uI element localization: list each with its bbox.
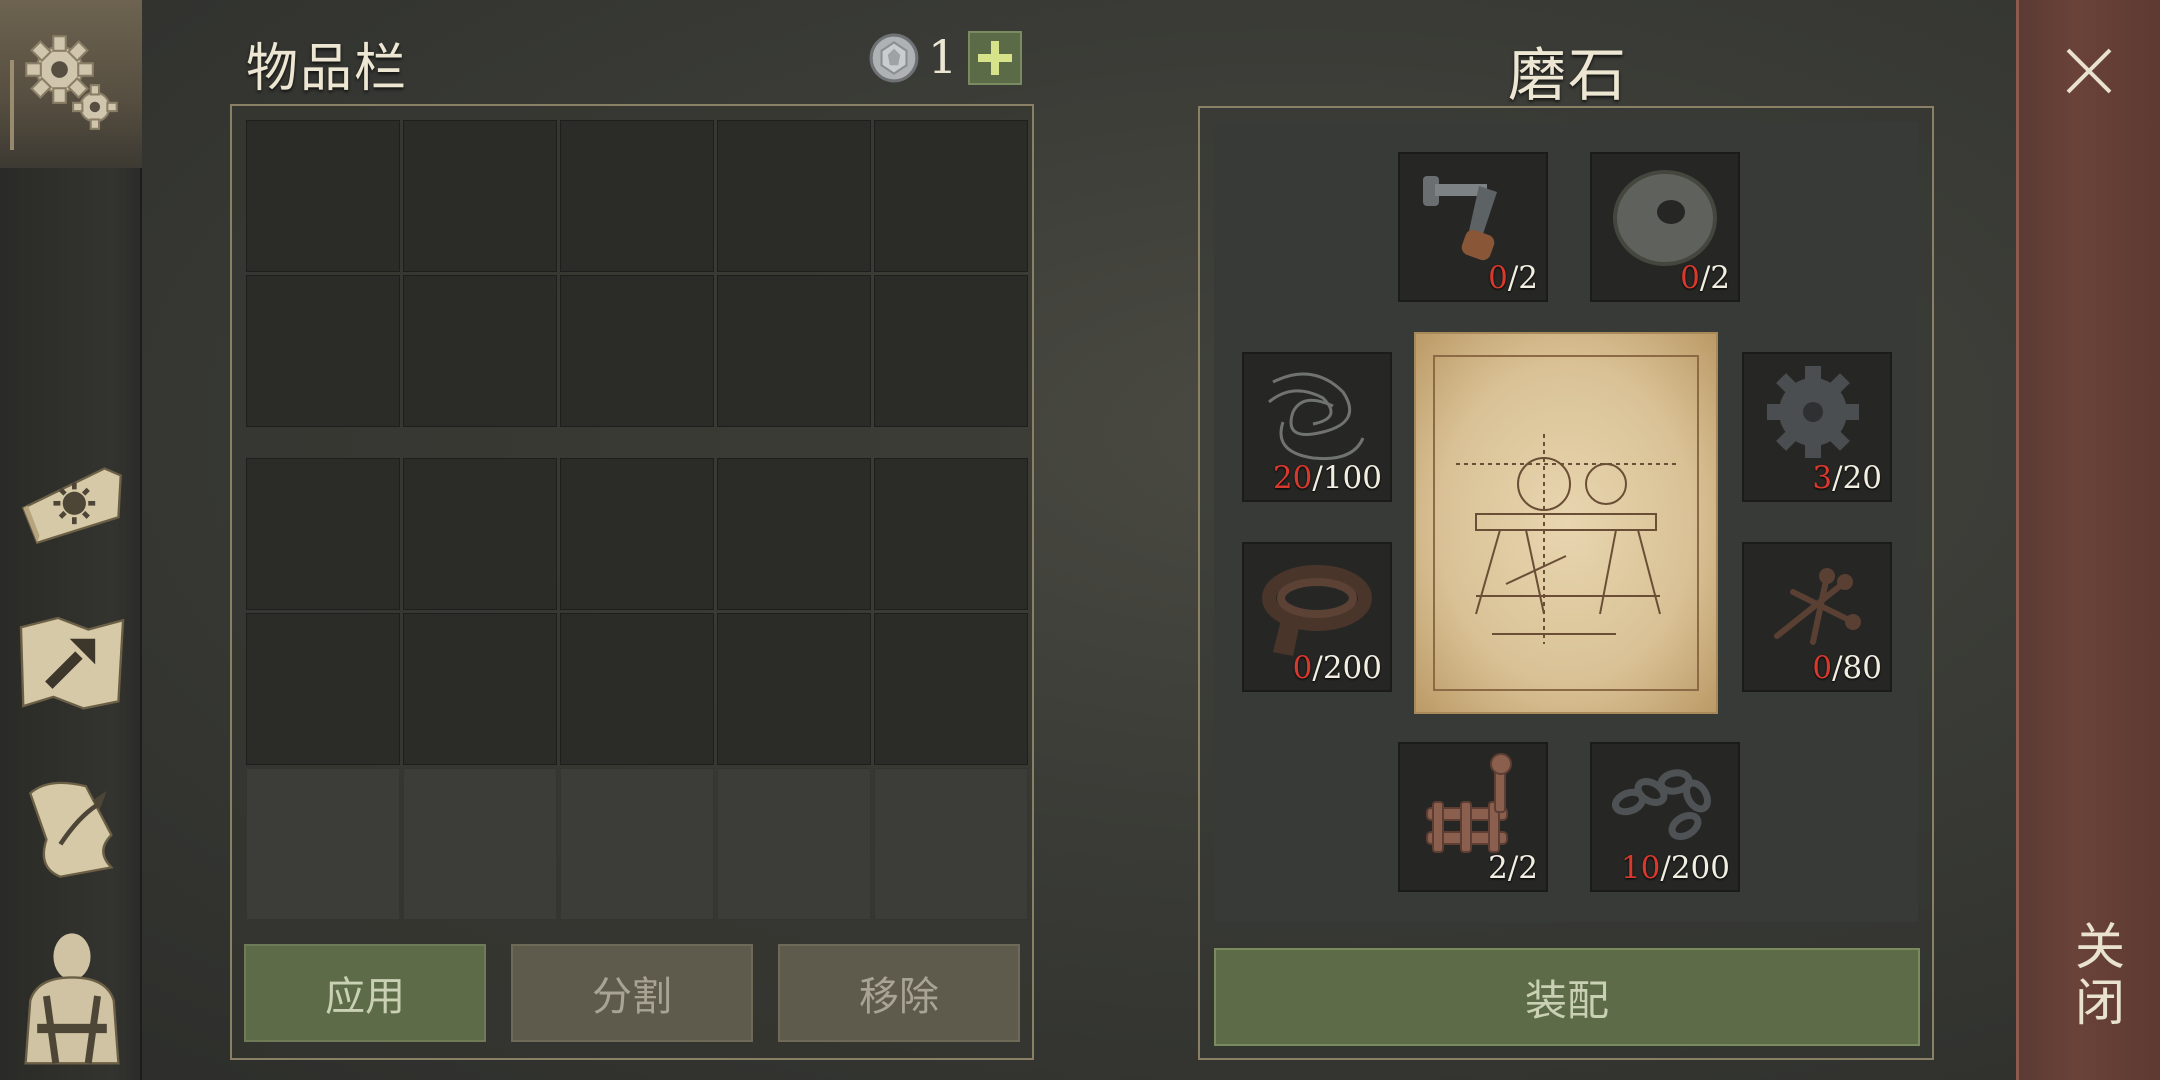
inventory-slot[interactable] — [874, 120, 1028, 272]
crafting-map-icon[interactable] — [14, 604, 130, 720]
character-backpack-icon[interactable] — [14, 926, 130, 1066]
inventory-slot[interactable] — [874, 613, 1028, 765]
inventory-slot[interactable] — [403, 458, 557, 610]
stone-wheel-icon — [1613, 170, 1717, 266]
ingredient-count: 3/20 — [1812, 460, 1882, 496]
quest-scroll-icon[interactable] — [14, 770, 130, 886]
inventory-slot[interactable] — [560, 458, 714, 610]
inventory-slot[interactable] — [717, 613, 871, 765]
ingredient-count: 20/100 — [1272, 460, 1382, 496]
silver-coin-icon — [869, 33, 919, 83]
settings-tab[interactable] — [0, 0, 142, 168]
ingredient-slot[interactable]: 20/100 — [1242, 352, 1392, 502]
ingredient-count: 0/2 — [1680, 260, 1730, 296]
ingredient-slot[interactable]: 0/200 — [1242, 542, 1392, 692]
plus-icon — [978, 41, 1012, 75]
ingredient-slot[interactable]: 0/80 — [1742, 542, 1892, 692]
inventory-slot-locked — [246, 768, 400, 920]
inventory-slot[interactable] — [246, 613, 400, 765]
inventory-grid-bottom — [246, 458, 1028, 920]
close-icon[interactable] — [2064, 46, 2114, 96]
remove-button[interactable]: 移除 — [778, 944, 1020, 1042]
ingredient-count: 0/2 — [1488, 260, 1538, 296]
assemble-button[interactable]: 装配 — [1214, 948, 1920, 1046]
inventory-slot-locked — [717, 768, 871, 920]
split-button[interactable]: 分割 — [511, 944, 753, 1042]
ingredient-slot[interactable]: 2/2 — [1398, 742, 1548, 892]
ingredient-slot[interactable]: 0/2 — [1590, 152, 1740, 302]
inventory-slot[interactable] — [560, 120, 714, 272]
wire-coil-icon — [1268, 372, 1365, 461]
inventory-slot[interactable] — [403, 613, 557, 765]
gear-icon — [1767, 366, 1859, 458]
inventory-slot[interactable] — [717, 458, 871, 610]
apply-button[interactable]: 应用 — [244, 944, 486, 1042]
inventory-grid-top — [246, 120, 1028, 427]
inventory-slot-locked — [874, 768, 1028, 920]
ingredient-count: 0/200 — [1292, 650, 1382, 686]
journal-book-icon[interactable] — [14, 436, 130, 552]
add-coins-button[interactable] — [968, 31, 1022, 85]
ingredient-count: 2/2 — [1488, 850, 1538, 886]
inventory-slot[interactable] — [246, 120, 400, 272]
ingredient-count: 0/80 — [1812, 650, 1882, 686]
coin-count: 1 — [928, 30, 958, 84]
sidebar — [0, 0, 142, 1080]
clamp-icon — [1426, 753, 1512, 853]
grindstone-sketch-icon — [1433, 355, 1699, 691]
ingredient-slot[interactable]: 10/200 — [1590, 742, 1740, 892]
inventory-slot[interactable] — [874, 458, 1028, 610]
chain-icon — [1611, 769, 1711, 840]
close-label: 关闭 — [2067, 920, 2125, 1032]
inventory-slot[interactable] — [874, 275, 1028, 427]
tab-accent — [10, 60, 14, 150]
inventory-title: 物品栏 — [246, 39, 409, 99]
inventory-slot[interactable] — [246, 275, 400, 427]
inventory-slot[interactable] — [560, 613, 714, 765]
inventory-slot-locked — [560, 768, 714, 920]
nails-icon — [1774, 568, 1861, 645]
ingredient-count: 10/200 — [1620, 850, 1730, 886]
inventory-slot[interactable] — [403, 275, 557, 427]
ingredient-slot[interactable]: 3/20 — [1742, 352, 1892, 502]
inventory-slot[interactable] — [246, 458, 400, 610]
inventory-slot[interactable] — [717, 275, 871, 427]
leather-strap-icon — [1262, 565, 1372, 656]
grindstone-blueprint — [1414, 332, 1718, 714]
crafting-title: 磨石 — [1508, 41, 1629, 109]
inventory-slot[interactable] — [403, 120, 557, 272]
ingredient-slot[interactable]: 0/2 — [1398, 152, 1548, 302]
inventory-slot[interactable] — [717, 120, 871, 272]
close-panel[interactable] — [2016, 0, 2160, 1080]
inventory-slot-locked — [403, 768, 557, 920]
crank-handle-icon — [1423, 176, 1497, 261]
settings-gear-icon[interactable] — [20, 30, 124, 134]
inventory-slot[interactable] — [560, 275, 714, 427]
